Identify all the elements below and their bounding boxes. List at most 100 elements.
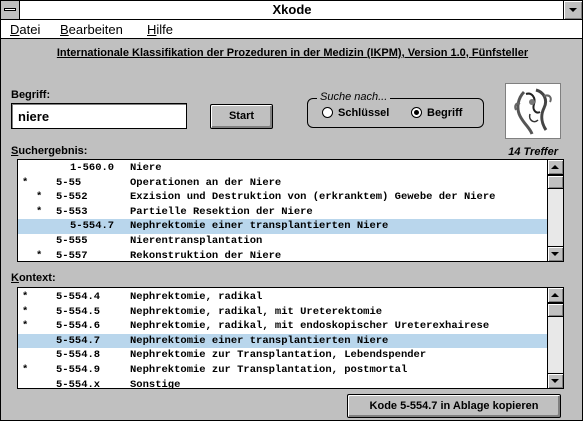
optional-marker: *	[36, 205, 43, 218]
procedure-description: Nephrektomie, radikal	[130, 291, 263, 303]
menu-hilfe-mnemonic: H	[147, 22, 157, 37]
menu-bar: Datei Bearbeiten Hilfe	[1, 20, 582, 39]
procedure-code: 5-554.6	[56, 320, 101, 333]
system-menu-button[interactable]	[1, 1, 20, 19]
menu-bearbeiten-label: earbeiten	[68, 22, 123, 37]
results-row[interactable]: 5-555 Nierentransplantation	[18, 234, 547, 249]
search-label: Begriff:	[11, 89, 51, 101]
hit-count: 14 Treffer	[508, 146, 558, 158]
results-label-text: uchergebnis:	[18, 145, 88, 157]
context-row-selected[interactable]: 5-554.7 Nephrektomie einer transplantier…	[18, 333, 547, 349]
arrow-down-icon	[551, 379, 559, 383]
menu-hilfe[interactable]: Hilfe	[147, 22, 173, 37]
optional-marker: *	[22, 363, 29, 376]
procedure-description: Nephrektomie zur Transplantation, Lebend…	[130, 349, 427, 362]
procedure-code: 5-554.4	[56, 291, 101, 303]
menu-bearbeiten[interactable]: Bearbeiten	[60, 22, 123, 37]
minimize-button[interactable]	[563, 1, 582, 19]
copy-code-button[interactable]: Kode 5-554.7 in Ablage kopieren	[347, 394, 561, 418]
results-scroll-down-button[interactable]	[548, 246, 563, 261]
optional-marker: *	[22, 305, 29, 318]
procedure-description: Partielle Resektion der Niere	[130, 205, 313, 218]
optional-marker: *	[36, 249, 43, 261]
context-scroll-up-button[interactable]	[548, 288, 563, 303]
radio-schluessel-label: Schlüssel	[338, 107, 390, 119]
procedure-description: Nephrektomie zur Transplantation, postmo…	[130, 363, 408, 376]
results-row[interactable]: * 5-55 Operationen an der Niere	[18, 176, 547, 191]
results-row[interactable]: 1-560.0 Niere	[18, 161, 547, 176]
catalog-heading: Internationale Klassifikation der Prozed…	[56, 47, 529, 59]
procedure-description: Nephrektomie, radikal, mit endoskopische…	[130, 320, 490, 333]
procedure-code: 5-55	[56, 176, 82, 189]
context-label-mnemonic: K	[11, 272, 19, 284]
radio-begriff[interactable]: Begriff	[411, 107, 462, 120]
procedure-description: Exzision und Destruktion von (erkranktem…	[130, 191, 496, 204]
procedure-description: Niere	[130, 162, 162, 174]
context-scrollbar[interactable]	[547, 288, 563, 388]
context-row[interactable]: 5-554.x Sonstige	[18, 378, 547, 388]
arrow-up-icon	[551, 293, 559, 297]
procedure-description: Nierentransplantation	[130, 234, 263, 247]
context-listbox[interactable]: * 5-554.4 Nephrektomie, radikal * 5-554.…	[17, 287, 564, 389]
arrow-down-icon	[551, 252, 559, 256]
results-listbox[interactable]: 1-560.0 Niere * 5-55 Operationen an der …	[17, 159, 564, 262]
radio-begriff-label: Begriff	[427, 107, 463, 119]
results-rows: 1-560.0 Niere * 5-55 Operationen an der …	[18, 160, 547, 261]
results-scroll-thumb[interactable]	[548, 175, 563, 189]
procedure-code: 5-554.x	[56, 378, 101, 388]
procedure-code: 5-554.5	[56, 305, 101, 318]
optional-marker: *	[22, 291, 29, 303]
minimize-icon	[569, 8, 577, 12]
radio-begriff-circle	[411, 107, 422, 118]
results-row[interactable]: * 5-557 Rekonstruktion der Niere	[18, 249, 547, 261]
search-mode-title: Suche nach...	[317, 91, 391, 103]
context-row[interactable]: * 5-554.9 Nephrektomie zur Transplantati…	[18, 363, 547, 378]
results-scrollbar[interactable]	[547, 160, 563, 261]
context-label-text: ontext:	[18, 272, 56, 284]
context-row[interactable]: * 5-554.5 Nephrektomie, radikal, mit Ure…	[18, 305, 547, 320]
results-row[interactable]: * 5-552 Exzision und Destruktion von (er…	[18, 190, 547, 205]
menu-bearbeiten-mnemonic: B	[60, 22, 69, 37]
start-button[interactable]: Start	[210, 104, 273, 129]
context-rows: * 5-554.4 Nephrektomie, radikal * 5-554.…	[18, 288, 547, 388]
context-row[interactable]: * 5-554.6 Nephrektomie, radikal, mit end…	[18, 319, 547, 334]
window-title: Xkode	[272, 2, 312, 17]
radio-schluessel-circle	[322, 107, 333, 118]
procedure-description: Nephrektomie einer transplantierten Nier…	[130, 220, 389, 233]
context-row[interactable]: 5-554.8 Nephrektomie zur Transplantation…	[18, 348, 547, 363]
radio-schluessel[interactable]: Schlüssel	[322, 107, 389, 120]
optional-marker: *	[22, 176, 29, 189]
application-window: Xkode Datei Bearbeiten Hilfe Internation…	[0, 0, 583, 421]
procedure-description: Nephrektomie, radikal, mit Ureterektomie	[130, 305, 383, 318]
procedure-code: 5-554.7	[56, 334, 101, 347]
context-row[interactable]: * 5-554.4 Nephrektomie, radikal	[18, 290, 547, 305]
procedure-code: 5-554.7	[70, 220, 115, 233]
results-row[interactable]: * 5-553 Partielle Resektion der Niere	[18, 205, 547, 220]
results-scroll-up-button[interactable]	[548, 160, 563, 175]
procedure-description: Nephrektomie einer transplantierten Nier…	[130, 334, 389, 347]
procedure-code: 5-553	[56, 205, 88, 218]
context-label: Kontext:	[11, 272, 56, 284]
system-menu-icon	[4, 8, 16, 11]
results-row-selected[interactable]: 5-554.7 Nephrektomie einer transplantier…	[18, 219, 547, 234]
procedure-description: Sonstige	[130, 378, 181, 388]
context-scroll-thumb[interactable]	[548, 303, 563, 317]
procedure-code: 5-554.9	[56, 363, 101, 376]
title-bar[interactable]: Xkode	[1, 1, 582, 20]
optional-marker: *	[22, 320, 29, 333]
search-input[interactable]	[11, 103, 187, 129]
results-label: Suchergebnis:	[11, 145, 87, 157]
procedure-code: 5-552	[56, 191, 88, 204]
menu-datei-mnemonic: D	[10, 22, 20, 37]
procedure-code: 5-554.8	[56, 349, 101, 362]
procedure-code: 5-557	[56, 249, 88, 261]
procedure-description: Rekonstruktion der Niere	[130, 249, 282, 261]
context-scroll-down-button[interactable]	[548, 373, 563, 388]
procedure-description: Operationen an der Niere	[130, 176, 282, 189]
procedure-code: 5-555	[56, 234, 88, 247]
menu-hilfe-label: ilfe	[156, 22, 174, 37]
menu-datei[interactable]: Datei	[10, 22, 40, 37]
menu-datei-label: atei	[19, 22, 41, 37]
kidney-illustration-icon	[505, 83, 561, 139]
arrow-up-icon	[551, 165, 559, 169]
